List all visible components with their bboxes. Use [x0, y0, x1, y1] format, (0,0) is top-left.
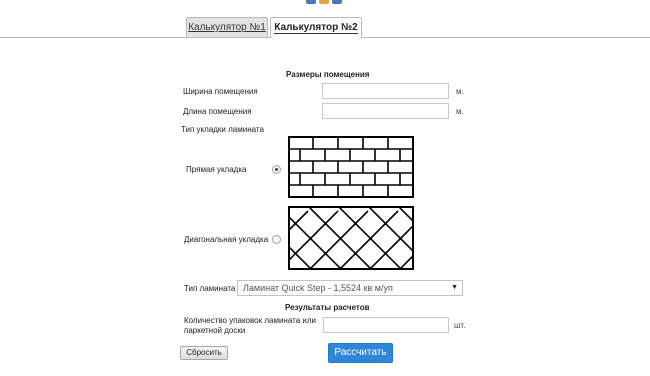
room-section-title: Размеры помещения	[286, 70, 370, 79]
diagonal-layout-radio[interactable]	[272, 235, 281, 244]
width-label: Ширина помещения	[183, 87, 258, 96]
tab-calculator-1[interactable]: Калькулятор №1	[186, 17, 268, 37]
tab-calculator-2[interactable]: Калькулятор №2	[270, 17, 362, 38]
laminate-type-label: Тип ламината	[184, 284, 236, 293]
width-unit: м.	[456, 87, 464, 96]
packs-label: Количество упаковок ламината или паркетн…	[184, 316, 316, 335]
packs-result-field[interactable]	[323, 317, 449, 333]
herringbone-pattern-image	[288, 206, 414, 270]
straight-layout-label: Прямая укладка	[186, 165, 247, 174]
header-icon-orange[interactable]	[319, 0, 329, 4]
tab-calculator-2-label: Калькулятор №2	[274, 22, 358, 34]
layout-type-title: Тип укладки ламината	[181, 125, 264, 134]
calculate-button[interactable]: Рассчитать	[328, 343, 393, 363]
diagonal-layout-label: Диагональная укладка	[184, 235, 269, 244]
header-icon-blue-2[interactable]	[332, 0, 342, 4]
length-label: Длина помещения	[183, 107, 252, 116]
dropdown-arrow-icon: ▼	[451, 284, 458, 291]
header-icon-blue[interactable]	[306, 0, 316, 4]
results-section-title: Результаты расчетов	[285, 303, 370, 312]
length-input[interactable]	[322, 103, 449, 119]
width-input[interactable]	[322, 83, 449, 99]
straight-layout-radio[interactable]	[272, 165, 281, 174]
laminate-type-select[interactable]: Ламинат Quick Step - 1,5524 кв м/уп ▼	[237, 280, 463, 296]
laminate-type-selected: Ламинат Quick Step - 1,5524 кв м/уп	[243, 283, 393, 293]
length-unit: м.	[456, 107, 464, 116]
brick-pattern-image	[288, 136, 414, 198]
packs-unit: шт.	[454, 321, 466, 330]
reset-button[interactable]: Сбросить	[180, 346, 228, 360]
